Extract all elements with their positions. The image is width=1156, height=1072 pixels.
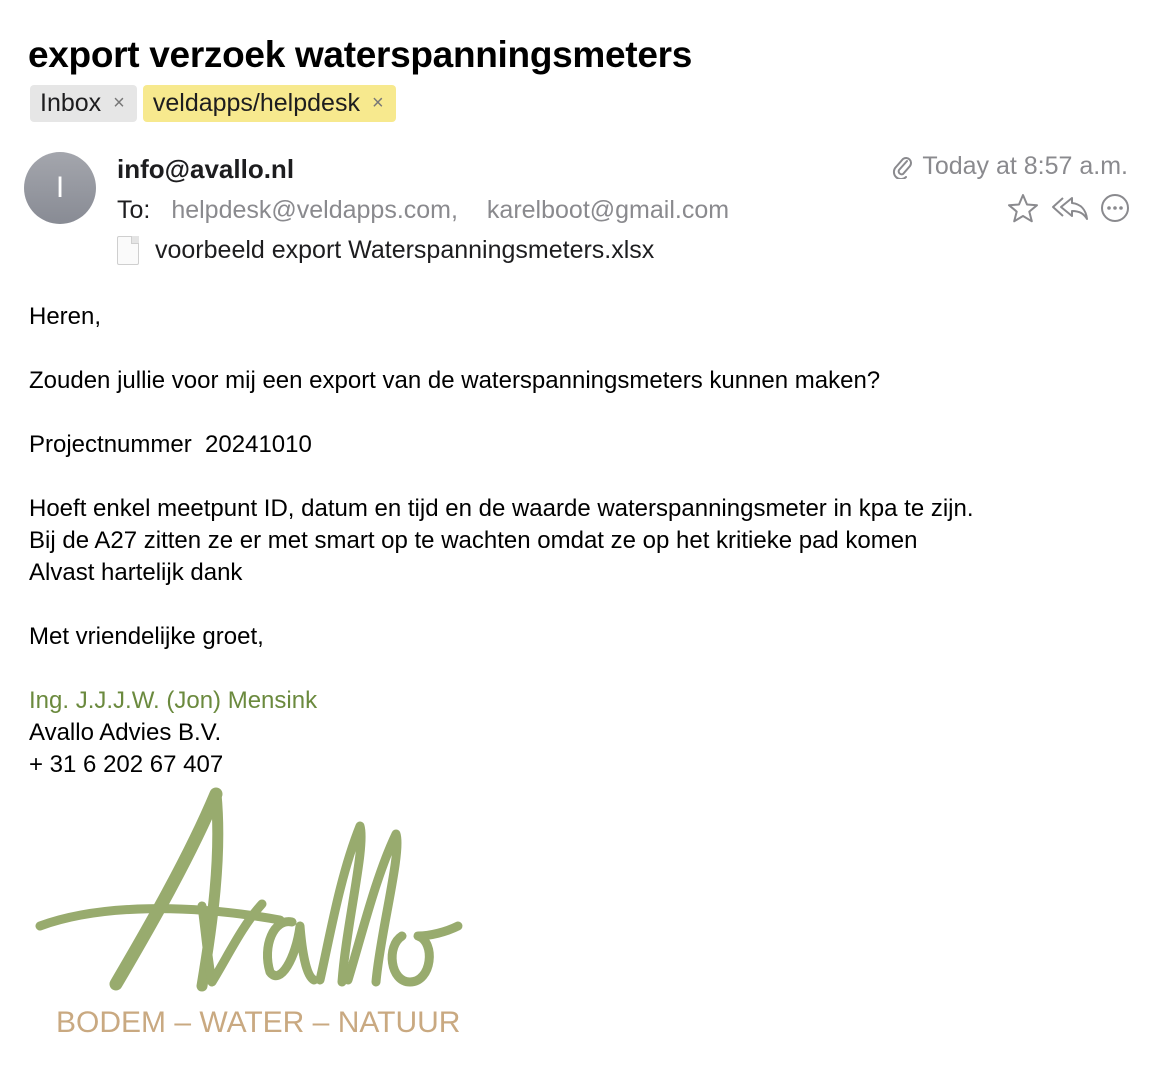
- signature-phone[interactable]: + 31 6 202 67 407: [29, 749, 974, 781]
- file-icon: [117, 236, 139, 265]
- body-line: [29, 653, 974, 685]
- reply-all-icon[interactable]: [1050, 193, 1090, 223]
- recipient-karelboot[interactable]: karelboot@gmail.com: [487, 196, 729, 224]
- body-line: Hoeft enkel meetpunt ID, datum en tijd e…: [29, 495, 974, 522]
- date-row: Today at 8:57 a.m.: [892, 152, 1128, 181]
- avallo-logo: BODEM – WATER – NATUUR: [35, 787, 463, 1039]
- body-line: Projectnummer 20241010: [29, 431, 312, 458]
- more-icon[interactable]: [1100, 193, 1130, 223]
- to-label: To:: [117, 196, 151, 224]
- signature-name: Ing. J.J.J.W. (Jon) Mensink: [29, 687, 318, 714]
- recipients-row: To: helpdesk@veldapps.com, karelboot@gma…: [117, 196, 729, 225]
- mailbox-tags: Inbox × veldapps/helpdesk ×: [30, 85, 396, 122]
- remove-folder-tag-icon[interactable]: ×: [372, 92, 384, 115]
- tag-folder-label: veldapps/helpdesk: [152, 89, 360, 117]
- tag-veldapps-helpdesk[interactable]: veldapps/helpdesk ×: [142, 85, 396, 122]
- remove-inbox-tag-icon[interactable]: ×: [113, 92, 125, 115]
- body-line: [29, 333, 974, 365]
- body-line: Bij de A27 zitten ze er met smart op te …: [29, 527, 918, 554]
- body-line: Zouden jullie voor mij een export van de…: [29, 367, 881, 394]
- received-date: Today at 8:57 a.m.: [922, 152, 1128, 180]
- avatar-initial: I: [55, 171, 65, 204]
- recipient-helpdesk[interactable]: helpdesk@veldapps.com,: [171, 196, 458, 224]
- attachment[interactable]: voorbeeld export Waterspanningsmeters.xl…: [117, 236, 654, 265]
- attachment-filename[interactable]: voorbeeld export Waterspanningsmeters.xl…: [155, 236, 654, 265]
- body-line: [29, 589, 974, 621]
- body-line: Alvast hartelijk dank: [29, 559, 243, 586]
- message-body: Heren, Zouden jullie voor mij een export…: [29, 301, 974, 781]
- sender-avatar: I: [24, 152, 96, 224]
- body-line: Heren,: [29, 303, 102, 330]
- body-line: Met vriendelijke groet,: [29, 623, 264, 650]
- logo-tagline: BODEM – WATER – NATUUR: [56, 1006, 460, 1039]
- body-line: [29, 397, 974, 429]
- signature-company: Avallo Advies B.V.: [29, 719, 222, 746]
- tag-inbox-label: Inbox: [40, 89, 102, 117]
- sender-address[interactable]: info@avallo.nl: [117, 154, 294, 185]
- email-subject: export verzoek waterspanningsmeters: [28, 34, 692, 75]
- star-icon[interactable]: [1006, 192, 1040, 224]
- message-actions: [1006, 192, 1130, 224]
- paperclip-icon: [893, 156, 913, 179]
- tag-inbox[interactable]: Inbox ×: [30, 85, 137, 122]
- body-line: [29, 461, 974, 493]
